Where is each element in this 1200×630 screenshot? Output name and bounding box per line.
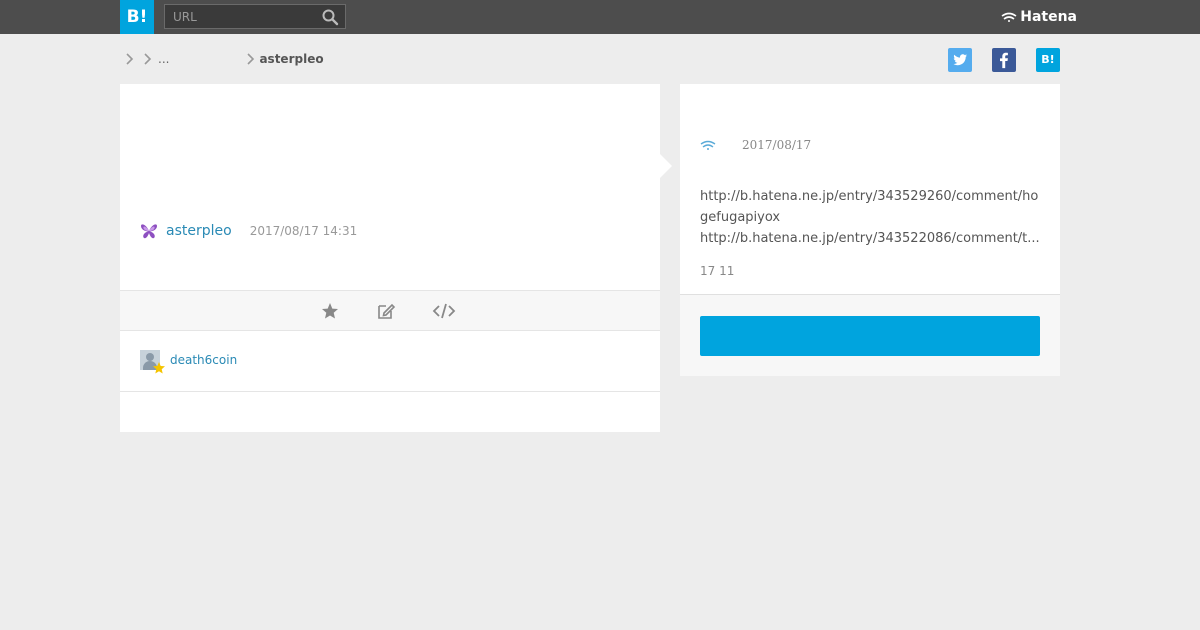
bookmark-button[interactable] [700, 316, 1040, 356]
entry-date: 2017/08/17 [742, 138, 812, 152]
butterfly-avatar-icon[interactable] [140, 222, 158, 240]
embed-code-icon[interactable] [432, 301, 456, 321]
star-list-item: death6coin [140, 350, 237, 374]
facebook-icon [1000, 52, 1008, 69]
chevron-right-icon [144, 53, 152, 65]
search-icon[interactable] [321, 8, 339, 26]
edit-icon[interactable] [375, 301, 397, 321]
facebook-share-button[interactable] [992, 48, 1016, 72]
entry-meta: 2017/08/17 [700, 138, 811, 152]
entry-counts: 17 11 [700, 264, 735, 278]
search-box [164, 4, 346, 29]
hatena-bookmark-share-button[interactable]: B! [1036, 48, 1060, 72]
bookmark-author: asterpleo 2017/08/17 14:31 [140, 222, 357, 240]
entry-description: http://b.hatena.ne.jp/entry/343529260/co… [700, 186, 1042, 249]
bookmark-datetime[interactable]: 2017/08/17 14:31 [250, 224, 358, 238]
entry-url-link[interactable]: http://b.hatena.ne.jp/entry/343529260/co… [700, 186, 1042, 228]
brand-text: Hatena [1020, 9, 1077, 25]
card-pointer [660, 154, 672, 178]
yellow-star-icon [153, 362, 165, 374]
breadcrumb: ... asterpleo [124, 50, 324, 68]
bookmark-card: asterpleo 2017/08/17 14:31 death6coin [120, 84, 660, 432]
chevron-right-icon [247, 53, 255, 65]
hatena-logo-icon [1001, 12, 1017, 22]
star-icon[interactable] [319, 301, 341, 321]
hatena-icon [700, 140, 716, 150]
twitter-share-button[interactable] [948, 48, 972, 72]
breadcrumb-user[interactable]: asterpleo [259, 52, 323, 66]
author-name-link[interactable]: asterpleo [166, 223, 232, 239]
entry-url-link[interactable]: http://b.hatena.ne.jp/entry/343522086/co… [700, 228, 1042, 249]
hatena-brand-link[interactable]: Hatena [1001, 8, 1077, 26]
breadcrumb-ellipsis[interactable]: ... [158, 52, 169, 66]
star-user-link[interactable]: death6coin [170, 353, 237, 367]
bookmark-action-bar [120, 290, 660, 331]
twitter-icon [953, 54, 967, 66]
entry-side-panel: 2017/08/17 http://b.hatena.ne.jp/entry/3… [680, 84, 1060, 376]
user-avatar[interactable] [140, 350, 165, 374]
url-search-input[interactable] [165, 5, 315, 28]
chevron-right-icon [126, 53, 134, 65]
hatena-bookmark-logo[interactable]: B! [120, 0, 154, 34]
divider [120, 391, 660, 392]
top-bar: B! Hatena [0, 0, 1200, 34]
entry-info: 2017/08/17 http://b.hatena.ne.jp/entry/3… [680, 84, 1060, 295]
